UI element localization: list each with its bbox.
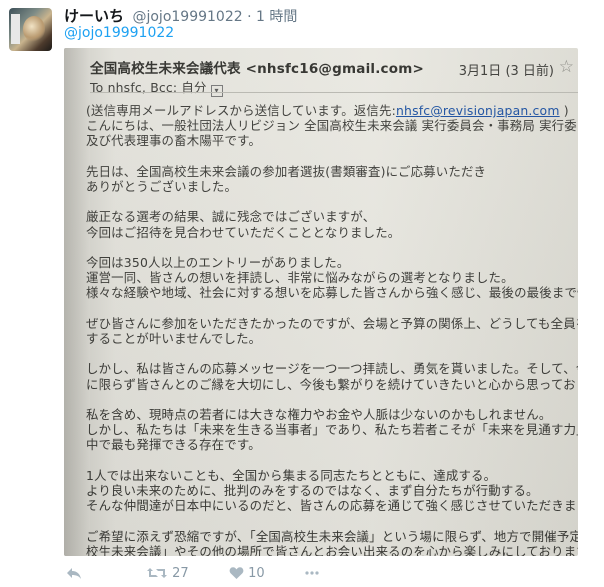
header-separator: · — [247, 9, 252, 25]
email-body-line: ありがとうございました。 — [86, 179, 238, 194]
avatar-badge — [11, 14, 20, 44]
email-body-line: に限らず皆さんとのご縁を大切にし、今後も繋がりを続けていきたいと心から思っており… — [86, 376, 578, 392]
display-name[interactable]: けーいち — [64, 7, 124, 25]
heart-icon — [229, 567, 244, 579]
email-date: 3月1日 (3 日前) — [458, 64, 554, 79]
reply-icon — [67, 568, 81, 579]
email-body-line: することが叶いませんでした。 — [86, 331, 262, 346]
retweet-count: 27 — [172, 566, 189, 581]
email-sender: 全国高校生未来会議代表 <nhsfc16@gmail.com> — [90, 61, 425, 77]
retweet-icon — [147, 568, 167, 578]
retweet-button[interactable]: 27 — [146, 566, 189, 581]
attached-photo[interactable]: 全国高校生未来会議代表 <nhsfc16@gmail.com> 3月1日 (3 … — [64, 48, 578, 556]
email-body-line: 校生未来会議」やその他の場所で皆さんとお会い出来るのを心から楽しみにしております… — [86, 543, 578, 556]
like-button[interactable]: 10 — [229, 566, 265, 581]
header-divider — [90, 92, 578, 93]
tweet-header: けーいち @jojo19991022 · 1 時間 — [64, 5, 297, 26]
star-icon: ☆ — [558, 57, 574, 77]
user-handle[interactable]: @jojo19991022 — [132, 9, 242, 25]
more-button[interactable] — [304, 566, 320, 581]
more-icon — [305, 571, 319, 575]
email-body-line: 様々な経験や地域、社会に対する想いを応募した皆さんから強く感じ、最後の最後まで悩… — [86, 285, 578, 301]
email-body-line: 及び代表理事の畜木陽平です。 — [86, 133, 262, 149]
like-count: 10 — [248, 566, 265, 581]
email-body-line: 今回はご招待を見合わせていただくこととなりました。 — [86, 224, 401, 240]
chevron-down-icon: ▾ — [210, 85, 223, 97]
tweet-text: @jojo19991022 — [64, 25, 174, 41]
email-body-line: そんな仲間達が日本中にいるのだと、皆さんの応募を通じて強く感じさせていただきまし… — [86, 498, 578, 514]
reply-mention[interactable]: @jojo19991022 — [64, 25, 174, 41]
reply-button[interactable] — [66, 566, 82, 581]
avatar-face — [23, 16, 45, 42]
tweet-time[interactable]: 1 時間 — [256, 9, 297, 25]
email-recipients: To nhsfc, Bcc: 自分 ▾ — [90, 78, 223, 97]
avatar[interactable] — [9, 8, 52, 51]
email-body-line: 中で最も発揮できる存在です。 — [86, 437, 261, 453]
